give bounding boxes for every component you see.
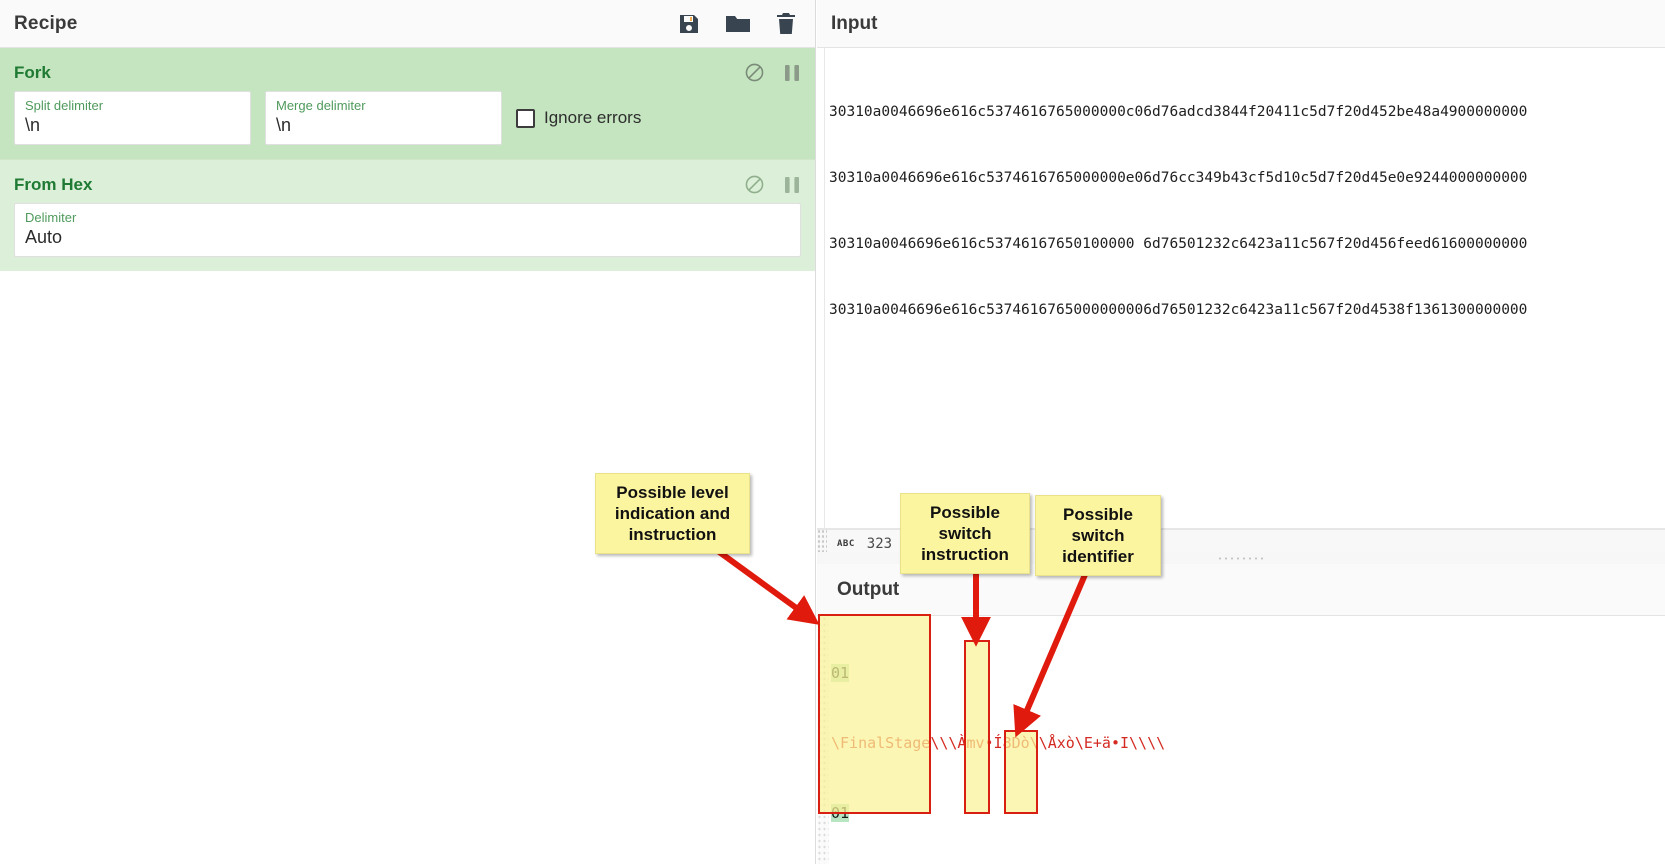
input-text[interactable]: 30310a0046696e616c5374616765000000c06d76…: [829, 57, 1665, 365]
operation-fork-header: Fork: [0, 48, 815, 91]
output-line: 01: [831, 803, 850, 822]
character-encoding-icon[interactable]: ABC: [837, 539, 855, 549]
splitter-handle-icon[interactable]: [1217, 555, 1265, 561]
input-line: 30310a0046696e616c5374616765000000c06d76…: [829, 104, 1528, 120]
operation-fork[interactable]: Fork Split delimiter \n Merge delimiter …: [0, 48, 815, 159]
folder-icon[interactable]: [725, 12, 751, 36]
checkbox-box[interactable]: [516, 108, 535, 128]
input-title: Input: [831, 12, 878, 34]
merge-delimiter-label: Merge delimiter: [276, 98, 366, 113]
operation-from-hex-body: Delimiter Auto: [0, 203, 815, 257]
io-pane: Input 30310a0046696e616c5374616765000000…: [817, 0, 1665, 864]
operation-fork-body: Split delimiter \n Merge delimiter \n Ig…: [0, 91, 815, 145]
trash-icon[interactable]: [775, 12, 797, 36]
operation-from-hex-header: From Hex: [0, 160, 815, 203]
save-icon[interactable]: [677, 12, 701, 36]
output-title: Output: [837, 578, 900, 600]
merge-delimiter-value: \n: [276, 115, 292, 135]
operation-from-hex[interactable]: From Hex Delimiter Auto: [0, 159, 815, 271]
delimiter-value: Auto: [25, 227, 63, 247]
split-delimiter-input[interactable]: Split delimiter \n: [14, 91, 251, 145]
output-pane: Output 01 \FinalStage\\\Àmv•Í8Dò\\Åxò\E+…: [817, 564, 1665, 864]
input-line: 30310a0046696e616c5374616765000000e06d76…: [829, 170, 1528, 186]
output-editor[interactable]: 01 \FinalStage\\\Àmv•Í8Dò\\Åxò\E+ä•I\\\\…: [817, 616, 1665, 864]
output-text[interactable]: 01 \FinalStage\\\Àmv•Í8Dò\\Åxò\E+ä•I\\\\…: [831, 616, 1665, 864]
disable-operation-icon[interactable]: [744, 174, 765, 195]
merge-delimiter-input[interactable]: Merge delimiter \n: [265, 91, 502, 145]
split-delimiter-value: \n: [25, 115, 41, 135]
delimiter-input[interactable]: Delimiter Auto: [14, 203, 801, 257]
input-editor[interactable]: 30310a0046696e616c5374616765000000c06d76…: [817, 48, 1665, 529]
output-gutter: [817, 616, 829, 864]
io-splitter[interactable]: [817, 552, 1665, 564]
operation-fork-title: Fork: [14, 62, 51, 82]
ignore-errors-checkbox[interactable]: Ignore errors: [516, 108, 641, 128]
recipe-title: Recipe: [14, 12, 78, 34]
input-line: 30310a0046696e616c53746167650100000 6d76…: [829, 236, 1528, 252]
pause-breakpoint-icon[interactable]: [783, 63, 801, 83]
output-line: \FinalStage\\\Àmv•Í8Dò\\Åxò\E+ä•I\\\\: [831, 734, 1166, 752]
split-delimiter-label: Split delimiter: [25, 98, 104, 113]
output-title-bar: Output: [817, 564, 1665, 616]
input-title-bar: Input: [817, 0, 1665, 48]
disable-operation-icon[interactable]: [744, 62, 765, 83]
delimiter-label: Delimiter: [25, 210, 77, 225]
recipe-pane: Recipe Fork Split delimiter \n Merge del…: [0, 0, 816, 864]
input-length-count: 323: [866, 536, 893, 552]
pause-breakpoint-icon[interactable]: [783, 175, 801, 195]
cyberchef-window: Recipe Fork Split delimiter \n Merge del…: [0, 0, 1665, 864]
ignore-errors-label: Ignore errors: [544, 108, 642, 127]
input-gutter: [817, 48, 825, 528]
recipe-title-bar: Recipe: [0, 0, 815, 48]
operation-from-hex-title: From Hex: [14, 174, 93, 194]
output-line: 01: [831, 664, 850, 683]
line-count-icon[interactable]: [908, 537, 925, 551]
input-line: 30310a0046696e616c5374616765000000006d76…: [829, 302, 1528, 318]
